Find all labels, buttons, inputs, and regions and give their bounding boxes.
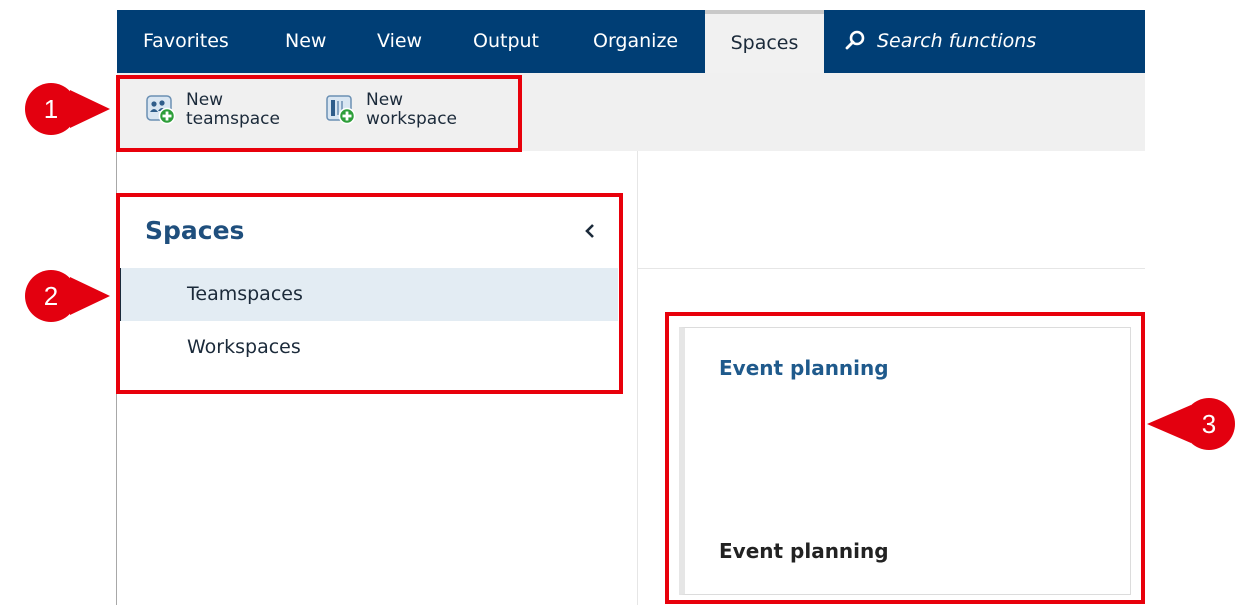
search-functions-label: Search functions bbox=[877, 30, 1037, 52]
content-header-divider bbox=[638, 268, 1145, 269]
callout-marker-3: 3 bbox=[1135, 396, 1243, 452]
new-workspace-label: New workspace bbox=[366, 90, 458, 129]
new-workspace-button[interactable]: New workspace bbox=[326, 73, 491, 151]
tab-favorites[interactable]: Favorites bbox=[143, 10, 229, 73]
callout-marker-2: 2 bbox=[0, 268, 110, 324]
search-functions[interactable]: Search functions bbox=[845, 10, 1036, 73]
collapse-sidebar-button[interactable] bbox=[580, 218, 600, 244]
tab-organize[interactable]: Organize bbox=[593, 10, 678, 73]
sidebar-item-teamspaces[interactable]: Teamspaces bbox=[117, 268, 618, 321]
top-navigation-bar: Favorites New View Output Organize Space… bbox=[117, 10, 1145, 73]
tab-output[interactable]: Output bbox=[473, 10, 539, 73]
tab-new[interactable]: New bbox=[285, 10, 326, 73]
tab-view[interactable]: View bbox=[377, 10, 422, 73]
workspace-add-icon bbox=[326, 95, 356, 125]
teamspace-add-icon bbox=[146, 95, 176, 125]
new-teamspace-label: New teamspace bbox=[186, 90, 280, 129]
chevron-left-icon bbox=[585, 224, 594, 238]
ribbon-toolbar: New teamspace New workspace bbox=[117, 73, 1145, 151]
left-border-divider bbox=[116, 151, 117, 605]
sidebar-item-workspaces[interactable]: Workspaces bbox=[117, 321, 618, 374]
column-divider bbox=[637, 151, 638, 605]
new-teamspace-button[interactable]: New teamspace bbox=[146, 73, 311, 151]
card-title-link[interactable]: Event planning bbox=[719, 356, 889, 380]
card-footer-name: Event planning bbox=[719, 539, 889, 563]
callout-marker-1: 1 bbox=[0, 81, 110, 137]
sidebar-title: Spaces bbox=[145, 216, 245, 245]
tab-spaces[interactable]: Spaces bbox=[705, 10, 824, 73]
search-icon bbox=[845, 30, 865, 50]
